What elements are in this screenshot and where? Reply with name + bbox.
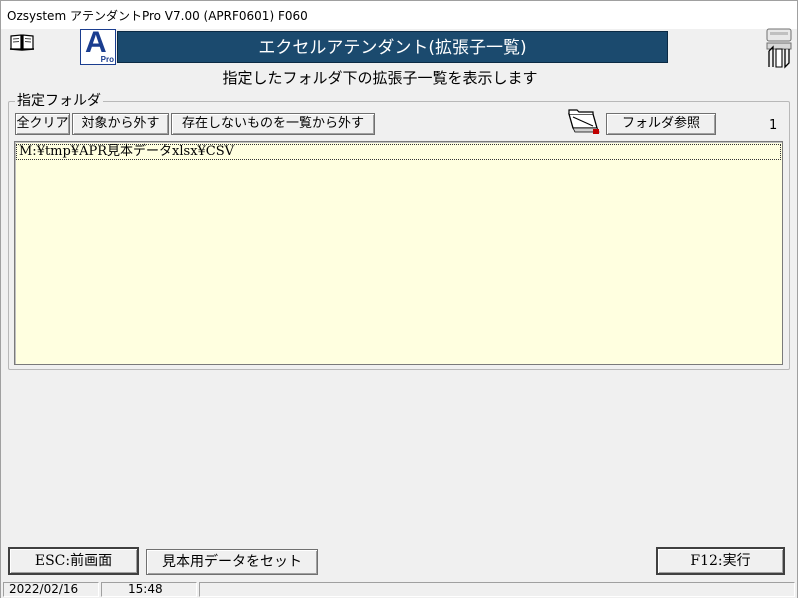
status-date: 2022/02/16	[3, 582, 99, 597]
page-subtitle: 指定したフォルダ下の拡張子一覧を表示します	[222, 69, 538, 87]
logo-sub: Pro	[100, 55, 114, 64]
status-bar: 2022/02/16 15:48	[1, 581, 797, 598]
folder-browse-icon[interactable]	[567, 106, 601, 136]
page-title-banner: エクセルアテンダント(拡張子一覧)	[117, 31, 668, 63]
item-count: 1	[769, 118, 778, 133]
set-sample-data-button[interactable]: 見本用データをセット	[146, 549, 318, 575]
app-logo: A Pro	[80, 26, 116, 65]
exclude-button[interactable]: 対象から外す	[72, 113, 169, 135]
folder-group-legend: 指定フォルダ	[15, 90, 103, 110]
status-message	[199, 582, 795, 597]
exclude-missing-button[interactable]: 存在しないものを一覧から外す	[171, 113, 375, 135]
list-item[interactable]: M:¥tmp¥APR見本データxlsx¥CSV	[16, 144, 781, 160]
all-clear-button[interactable]: 全クリア	[15, 113, 70, 135]
status-time: 15:48	[101, 582, 197, 597]
esc-back-button[interactable]: ESC:前画面	[8, 547, 139, 575]
main-window: Ozsystem アテンダントPro V7.00 (APRF0601) F060…	[0, 0, 798, 598]
folder-list[interactable]: M:¥tmp¥APR見本データxlsx¥CSV	[14, 141, 783, 365]
folder-browse-button[interactable]: フォルダ参照	[606, 113, 716, 135]
clipboard-icon[interactable]	[764, 27, 794, 69]
book-icon[interactable]	[9, 33, 35, 51]
f12-run-button[interactable]: F12:実行	[656, 547, 785, 575]
window-title: Ozsystem アテンダントPro V7.00 (APRF0601) F060	[7, 9, 308, 23]
title-bar: Ozsystem アテンダントPro V7.00 (APRF0601) F060	[1, 1, 797, 29]
